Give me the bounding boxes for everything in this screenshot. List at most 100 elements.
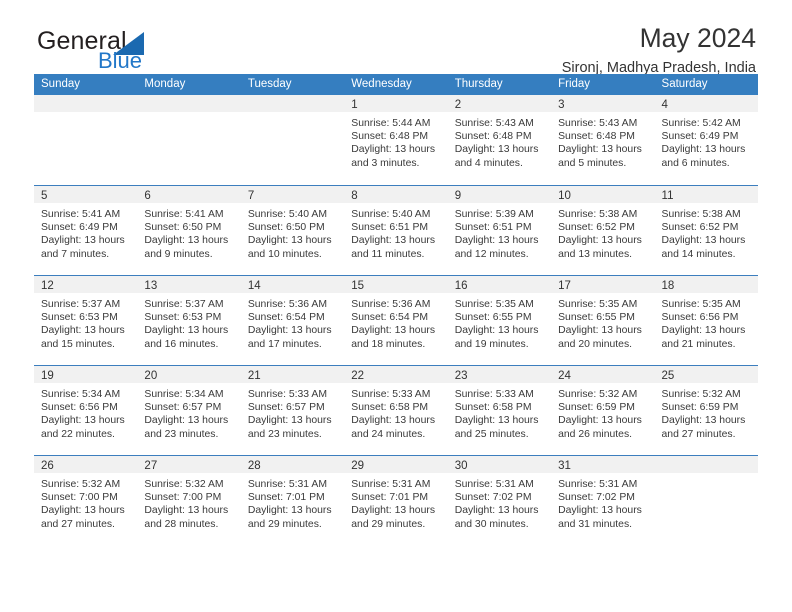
calendar-day-cell[interactable]: 3 Sunrise: 5:43 AM Sunset: 6:48 PM Daylight… xyxy=(551,95,655,185)
day-number: 7 xyxy=(247,190,255,202)
day-details: Sunrise: 5:36 AM Sunset: 6:54 PM Daylight:… xyxy=(241,293,344,351)
day-details: Sunrise: 5:40 AM Sunset: 6:50 PM Daylight:… xyxy=(241,203,344,261)
calendar-day-cell[interactable]: 8 Sunrise: 5:40 AM Sunset: 6:51 PM Daylight… xyxy=(344,186,448,275)
day-number-strip: 4 xyxy=(654,95,758,112)
calendar-day-cell[interactable]: 27 Sunrise: 5:32 AM Sunset: 7:00 PM Dayligh… xyxy=(137,456,241,545)
sunset-time: Sunset: 6:58 PM xyxy=(351,402,429,414)
day-details: Sunrise: 5:34 AM Sunset: 6:56 PM Daylight:… xyxy=(34,383,137,441)
daylight-duration-line1: Daylight: 13 hours xyxy=(661,235,746,247)
daylight-duration-line2: and 28 minutes. xyxy=(144,518,219,530)
calendar-day-cell[interactable]: 14 Sunrise: 5:36 AM Sunset: 6:54 PM Dayligh… xyxy=(240,276,345,365)
sunrise-time: Sunrise: 5:31 AM xyxy=(351,479,431,490)
calendar-page: General Blue May 2024 Sironj, Madhya Pra… xyxy=(0,0,792,612)
day-number: 25 xyxy=(661,370,675,382)
day-number-strip: 30 xyxy=(447,456,552,473)
day-number-strip: 9 xyxy=(447,186,552,203)
weekday-header-friday: Friday xyxy=(558,78,591,90)
daylight-duration-line1: Daylight: 13 hours xyxy=(144,415,229,427)
day-number-strip xyxy=(137,95,241,112)
sunrise-time: Sunrise: 5:41 AM xyxy=(41,209,121,220)
calendar-day-cell[interactable]: 29 Sunrise: 5:31 AM Sunset: 7:01 PM Dayligh… xyxy=(344,456,448,545)
daylight-duration-line2: and 11 minutes. xyxy=(351,248,425,260)
sunrise-time: Sunrise: 5:38 AM xyxy=(558,209,638,220)
calendar-day-cell[interactable]: 30 Sunrise: 5:31 AM Sunset: 7:02 PM Dayligh… xyxy=(447,456,552,545)
calendar-day-cell-empty xyxy=(137,95,241,185)
daylight-duration-line2: and 17 minutes. xyxy=(247,338,322,350)
sunrise-time: Sunrise: 5:40 AM xyxy=(351,209,431,220)
sunrise-time: Sunrise: 5:36 AM xyxy=(247,299,327,310)
calendar-week-row: 26 Sunrise: 5:32 AM Sunset: 7:00 PM Dayligh… xyxy=(34,455,758,545)
calendar-day-cell[interactable]: 24 Sunrise: 5:32 AM Sunset: 6:59 PM Dayligh… xyxy=(551,366,655,455)
daylight-duration-line1: Daylight: 13 hours xyxy=(661,325,746,337)
calendar-day-cell[interactable]: 22 Sunrise: 5:33 AM Sunset: 6:58 PM Dayligh… xyxy=(344,366,448,455)
daylight-duration-line1: Daylight: 13 hours xyxy=(144,235,229,247)
calendar-day-cell[interactable]: 13 Sunrise: 5:37 AM Sunset: 6:53 PM Dayligh… xyxy=(137,276,241,365)
daylight-duration-line1: Daylight: 13 hours xyxy=(351,505,436,517)
calendar-day-cell[interactable]: 19 Sunrise: 5:34 AM Sunset: 6:56 PM Dayligh… xyxy=(34,366,138,455)
calendar-day-cell[interactable]: 21 Sunrise: 5:33 AM Sunset: 6:57 PM Dayligh… xyxy=(240,366,345,455)
day-number-strip: 26 xyxy=(34,456,138,473)
sunset-time: Sunset: 6:59 PM xyxy=(661,402,739,414)
day-number-strip: 29 xyxy=(344,456,448,473)
day-details: Sunrise: 5:32 AM Sunset: 7:00 PM Daylight:… xyxy=(34,473,137,531)
calendar-day-cell[interactable]: 5 Sunrise: 5:41 AM Sunset: 6:49 PM Daylight… xyxy=(34,186,138,275)
sunrise-time: Sunrise: 5:31 AM xyxy=(558,479,638,490)
day-number: 26 xyxy=(41,460,54,472)
calendar-day-cell[interactable]: 9 Sunrise: 5:39 AM Sunset: 6:51 PM Daylight… xyxy=(447,186,552,275)
day-number-strip: 7 xyxy=(240,186,345,203)
calendar-day-cell[interactable]: 18 Sunrise: 5:35 AM Sunset: 6:56 PM Dayligh… xyxy=(654,276,758,365)
daylight-duration-line1: Daylight: 13 hours xyxy=(558,505,642,517)
day-number: 18 xyxy=(661,280,675,292)
weekday-header-thursday: Thursday xyxy=(454,78,503,90)
daylight-duration-line2: and 23 minutes. xyxy=(144,428,219,440)
daylight-duration-line2: and 6 minutes. xyxy=(661,157,730,169)
sunset-time: Sunset: 6:49 PM xyxy=(661,131,739,143)
calendar-day-cell[interactable]: 17 Sunrise: 5:35 AM Sunset: 6:55 PM Dayligh… xyxy=(551,276,655,365)
day-details: Sunrise: 5:33 AM Sunset: 6:58 PM Daylight:… xyxy=(344,383,447,441)
calendar-day-cell[interactable]: 7 Sunrise: 5:40 AM Sunset: 6:50 PM Daylight… xyxy=(240,186,345,275)
calendar-day-cell[interactable]: 6 Sunrise: 5:41 AM Sunset: 6:50 PM Daylight… xyxy=(137,186,241,275)
daylight-duration-line2: and 7 minutes. xyxy=(41,248,110,260)
sunrise-time: Sunrise: 5:36 AM xyxy=(351,299,431,310)
day-number-strip: 23 xyxy=(447,366,552,383)
day-number-strip: 12 xyxy=(34,276,138,293)
daylight-duration-line1: Daylight: 13 hours xyxy=(351,144,436,156)
calendar-day-cell[interactable]: 26 Sunrise: 5:32 AM Sunset: 7:00 PM Dayligh… xyxy=(34,456,138,545)
calendar-day-cell[interactable]: 4 Sunrise: 5:42 AM Sunset: 6:49 PM Daylight… xyxy=(654,95,758,185)
sunrise-time: Sunrise: 5:44 AM xyxy=(351,118,431,129)
day-number-strip: 25 xyxy=(654,366,758,383)
day-number: 1 xyxy=(351,99,358,111)
calendar-day-cell[interactable]: 11 Sunrise: 5:38 AM Sunset: 6:52 PM Dayligh… xyxy=(654,186,758,275)
calendar-day-cell[interactable]: 15 Sunrise: 5:36 AM Sunset: 6:54 PM Dayligh… xyxy=(344,276,448,365)
calendar-day-cell[interactable]: 28 Sunrise: 5:31 AM Sunset: 7:01 PM Dayligh… xyxy=(240,456,345,545)
page-title: May 2024 xyxy=(639,23,756,53)
calendar-day-cell[interactable]: 25 Sunrise: 5:32 AM Sunset: 6:59 PM Dayligh… xyxy=(654,366,758,455)
day-number-strip: 22 xyxy=(344,366,448,383)
day-number: 21 xyxy=(247,370,261,382)
daylight-duration-line1: Daylight: 13 hours xyxy=(247,235,332,247)
daylight-duration-line2: and 16 minutes. xyxy=(144,338,219,350)
brand-logo[interactable]: General Blue xyxy=(37,27,277,75)
sunset-time: Sunset: 6:56 PM xyxy=(661,312,739,324)
calendar-day-cell[interactable]: 12 Sunrise: 5:37 AM Sunset: 6:53 PM Dayligh… xyxy=(34,276,138,365)
calendar-day-cell[interactable]: 1 Sunrise: 5:44 AM Sunset: 6:48 PM Daylight… xyxy=(344,95,448,185)
day-number-strip: 6 xyxy=(137,186,241,203)
calendar-day-cell[interactable]: 20 Sunrise: 5:34 AM Sunset: 6:57 PM Dayligh… xyxy=(137,366,241,455)
day-number: 4 xyxy=(661,99,668,111)
sunrise-time: Sunrise: 5:32 AM xyxy=(41,479,121,490)
day-number: 27 xyxy=(144,460,158,472)
day-number: 11 xyxy=(661,190,674,202)
daylight-duration-line2: and 29 minutes. xyxy=(247,518,322,530)
day-details: Sunrise: 5:31 AM Sunset: 7:01 PM Daylight:… xyxy=(344,473,447,531)
sunrise-time: Sunrise: 5:42 AM xyxy=(661,118,741,129)
calendar-day-cell[interactable]: 23 Sunrise: 5:33 AM Sunset: 6:58 PM Dayligh… xyxy=(447,366,552,455)
daylight-duration-line1: Daylight: 13 hours xyxy=(247,505,332,517)
calendar-day-cell[interactable]: 2 Sunrise: 5:43 AM Sunset: 6:48 PM Daylight… xyxy=(447,95,552,185)
sunrise-time: Sunrise: 5:35 AM xyxy=(661,299,741,310)
sunset-time: Sunset: 7:02 PM xyxy=(558,492,635,504)
day-details: Sunrise: 5:38 AM Sunset: 6:52 PM Daylight:… xyxy=(655,203,758,261)
calendar-day-cell[interactable]: 16 Sunrise: 5:35 AM Sunset: 6:55 PM Dayligh… xyxy=(447,276,552,365)
calendar-day-cell[interactable]: 10 Sunrise: 5:38 AM Sunset: 6:52 PM Dayligh… xyxy=(551,186,655,275)
day-number-strip: 13 xyxy=(137,276,241,293)
calendar-day-cell[interactable]: 31 Sunrise: 5:31 AM Sunset: 7:02 PM Dayligh… xyxy=(551,456,655,545)
